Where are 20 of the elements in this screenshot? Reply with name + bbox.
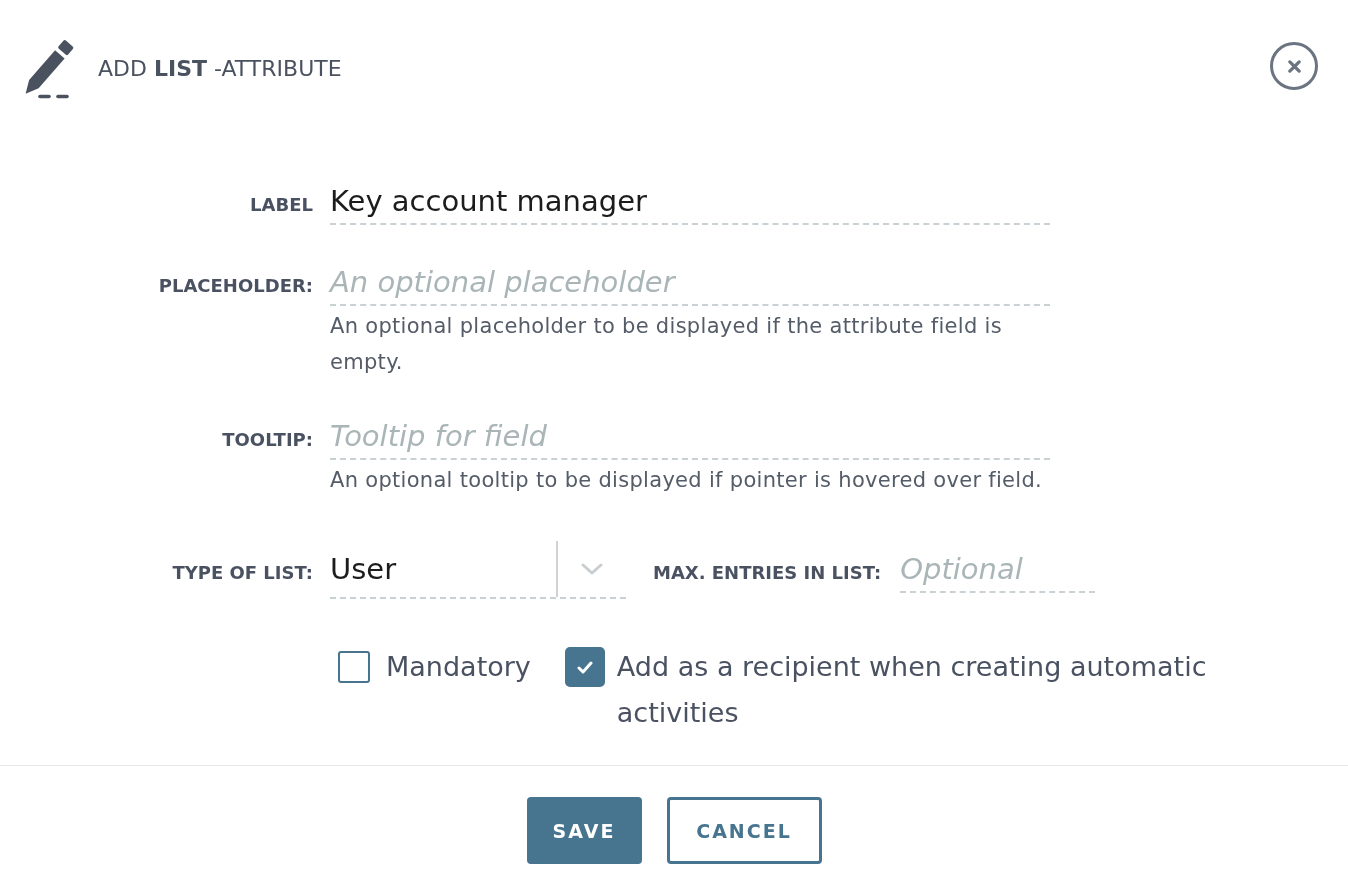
close-icon [1287, 59, 1301, 73]
input-field[interactable]: Key account manager [330, 179, 1050, 225]
cancel-button[interactable]: CANCEL [666, 797, 822, 864]
save-button[interactable]: SAVE [526, 797, 642, 864]
check-icon [576, 660, 593, 674]
close-button[interactable] [1270, 42, 1318, 90]
help-text: An optional tooltip to be displayed if pointer is hovered over field. [330, 467, 1044, 494]
field-label: MAX. ENTRIES IN LIST: [653, 562, 882, 583]
help-text: An optional placeholder to be displayed if the attribute field is empty. [330, 313, 1003, 376]
chevron-down-icon [581, 563, 603, 575]
field-label: TYPE OF LIST: [171, 562, 313, 583]
dropdown[interactable]: User [330, 541, 626, 599]
field-label: PLACEHOLDER: [157, 275, 313, 296]
field-label: LABEL [249, 194, 313, 215]
field-label: TOOLTIP: [221, 429, 313, 450]
checkbox-label[interactable]: Mandatory [386, 644, 531, 690]
checkbox-label[interactable]: Add as a recipient when creating automatic activities [616, 644, 1257, 736]
dialog-title: ADD LIST -ATTRIBUTE [98, 56, 342, 82]
checkbox[interactable] [564, 647, 605, 687]
checkbox[interactable] [338, 651, 370, 683]
